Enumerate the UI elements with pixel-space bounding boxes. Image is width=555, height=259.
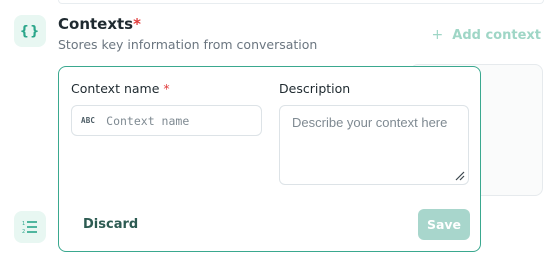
plus-icon: +: [431, 27, 444, 43]
section-title: Contexts*: [58, 15, 141, 33]
context-name-label: Context name *: [71, 81, 170, 96]
context-name-input[interactable]: [104, 112, 259, 129]
description-label: Description: [279, 81, 351, 96]
required-marker: *: [133, 15, 141, 33]
add-context-label: Add context: [452, 27, 541, 43]
context-form: Context name * Description ABC Discard S…: [58, 66, 481, 252]
list-icon-tile: 1 2: [14, 211, 46, 243]
svg-text:2: 2: [22, 229, 25, 234]
section-icon-tile: {}: [14, 15, 46, 47]
discard-button[interactable]: Discard: [83, 217, 138, 232]
description-textarea[interactable]: [279, 105, 469, 185]
section-subtitle: Stores key information from conversation: [58, 37, 318, 52]
context-name-label-text: Context name: [71, 81, 160, 96]
abc-text-icon: ABC: [81, 116, 96, 125]
braces-icon: {}: [19, 23, 41, 39]
save-button[interactable]: Save: [418, 209, 470, 240]
list-icon: 1 2: [22, 221, 37, 234]
resize-handle-icon[interactable]: [455, 171, 465, 181]
previous-section-border: [58, 0, 544, 4]
context-name-field[interactable]: ABC: [71, 105, 262, 136]
context-name-required-marker: *: [163, 81, 170, 96]
contexts-panel: {} Contexts* Stores key information from…: [0, 0, 555, 259]
section-title-text: Contexts: [58, 15, 134, 33]
svg-text:1: 1: [22, 221, 25, 227]
add-context-button[interactable]: + Add context: [432, 27, 541, 43]
